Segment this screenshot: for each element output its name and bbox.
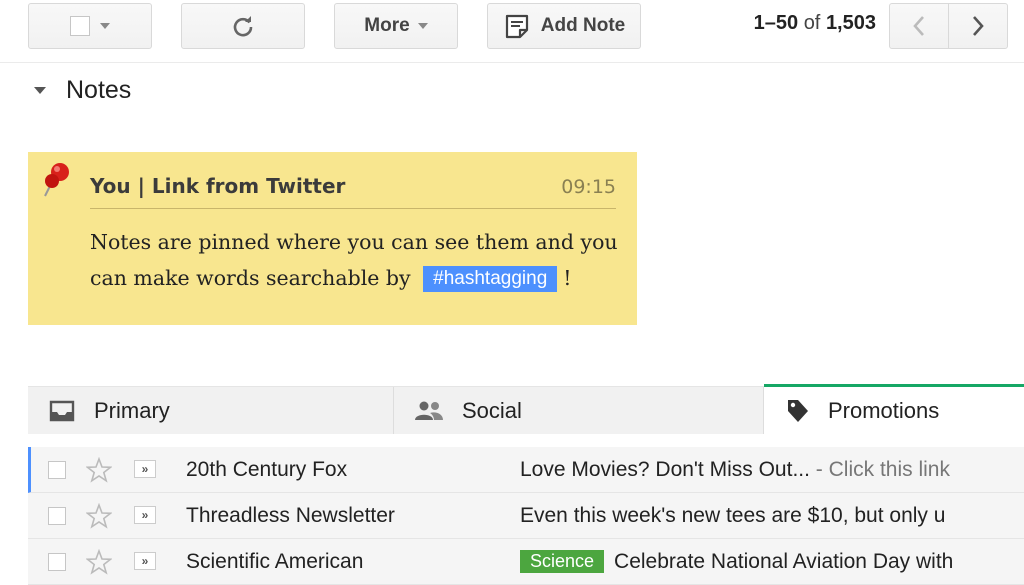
science-label-badge[interactable]: Science bbox=[520, 550, 605, 573]
pushpin-icon bbox=[44, 163, 69, 197]
notes-section-title: Notes bbox=[66, 76, 132, 104]
refresh-icon bbox=[233, 16, 253, 37]
tab-promotions[interactable]: Promotions bbox=[764, 384, 1024, 434]
importance-marker-icon[interactable]: » bbox=[134, 460, 156, 478]
tag-icon bbox=[788, 399, 808, 422]
toolbar: More Add Note 1–50 of 1,503 bbox=[0, 0, 1024, 63]
note-icon bbox=[505, 14, 528, 39]
chevron-down-icon bbox=[100, 23, 110, 29]
email-snippet: - Click this link bbox=[809, 458, 950, 481]
email-subject-line: Love Movies? Don't Miss Out... - Click t… bbox=[520, 458, 974, 482]
email-sender: Scientific American bbox=[186, 550, 364, 573]
older-button[interactable] bbox=[948, 3, 1008, 49]
row-checkbox[interactable] bbox=[48, 461, 66, 479]
chevron-down-icon bbox=[417, 23, 428, 29]
email-list: » 20th Century Fox Love Movies? Don't Mi… bbox=[28, 447, 1024, 585]
chevron-right-icon bbox=[973, 16, 984, 36]
star-icon[interactable] bbox=[86, 503, 112, 529]
email-sender: 20th Century Fox bbox=[186, 458, 348, 481]
collapse-triangle-icon bbox=[34, 87, 46, 94]
people-icon bbox=[415, 401, 443, 420]
select-all-button[interactable] bbox=[28, 3, 152, 49]
pagination-total: 1,503 bbox=[825, 12, 876, 34]
importance-marker-icon[interactable]: » bbox=[134, 552, 156, 570]
more-button[interactable]: More bbox=[334, 3, 458, 49]
tab-primary-label: Primary bbox=[94, 397, 170, 423]
note-header: You | Link from Twitter 09:15 bbox=[90, 174, 616, 209]
email-subject: Even this week's new tees are $10, but o… bbox=[520, 504, 946, 527]
pagination-of: of bbox=[803, 12, 821, 34]
add-note-label: Add Note bbox=[540, 15, 626, 36]
email-subject: Love Movies? Don't Miss Out... bbox=[520, 458, 810, 481]
category-tabs: Primary Social Promotions bbox=[28, 384, 1024, 434]
row-checkbox[interactable] bbox=[48, 507, 66, 525]
add-note-button[interactable]: Add Note bbox=[487, 3, 641, 49]
notes-section-toggle[interactable]: Notes bbox=[34, 76, 131, 105]
email-row[interactable]: » 20th Century Fox Love Movies? Don't Mi… bbox=[28, 447, 1024, 493]
hashtag-chip[interactable]: #hashtagging bbox=[423, 266, 558, 292]
pagination-range: 1–50 bbox=[753, 12, 799, 34]
email-subject-line: Science Celebrate National Aviation Day w… bbox=[520, 550, 974, 574]
email-subject-line: Even this week's new tees are $10, but o… bbox=[520, 504, 974, 528]
chevron-left-icon bbox=[913, 16, 924, 36]
tab-social[interactable]: Social bbox=[394, 387, 764, 434]
row-checkbox[interactable] bbox=[48, 553, 66, 571]
email-sender: Threadless Newsletter bbox=[186, 504, 395, 527]
select-all-checkbox[interactable] bbox=[70, 16, 90, 36]
newer-button[interactable] bbox=[889, 3, 949, 49]
tab-primary[interactable]: Primary bbox=[28, 387, 394, 434]
pagination-text: 1–50 of 1,503 bbox=[700, 12, 876, 35]
note-timestamp: 09:15 bbox=[561, 176, 616, 198]
star-icon[interactable] bbox=[86, 457, 112, 483]
email-subject: Celebrate National Aviation Day with bbox=[614, 550, 954, 573]
star-icon[interactable] bbox=[86, 549, 112, 575]
more-button-label: More bbox=[364, 15, 410, 36]
email-row[interactable]: » Threadless Newsletter Even this week's… bbox=[28, 493, 1024, 539]
tab-social-label: Social bbox=[462, 397, 522, 423]
inbox-icon bbox=[49, 400, 75, 421]
note-author: You | Link from Twitter bbox=[90, 174, 346, 198]
refresh-button[interactable] bbox=[181, 3, 305, 49]
pinned-note-card[interactable]: You | Link from Twitter 09:15 Notes are … bbox=[28, 152, 637, 325]
tab-promotions-label: Promotions bbox=[828, 397, 940, 423]
note-text-end: ! bbox=[563, 266, 572, 290]
email-row[interactable]: » Scientific American Science Celebrate N… bbox=[28, 539, 1024, 585]
importance-marker-icon[interactable]: » bbox=[134, 506, 156, 524]
note-body: Notes are pinned where you can see them … bbox=[90, 224, 630, 296]
